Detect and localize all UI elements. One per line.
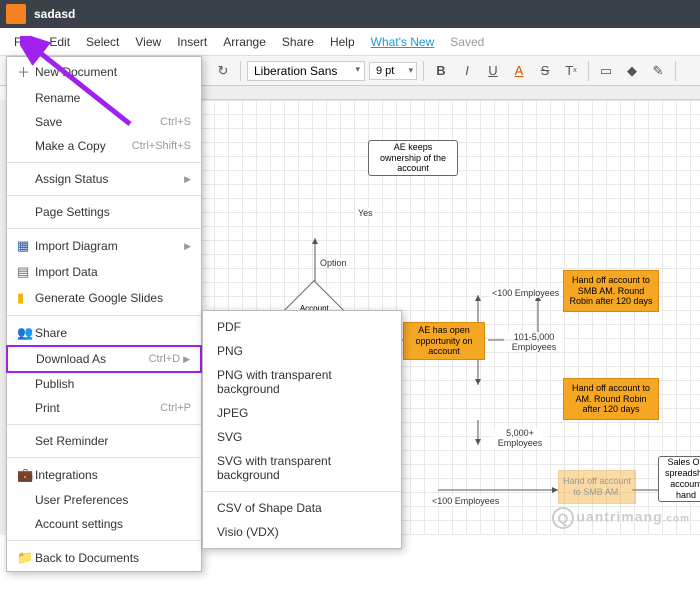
file-menu: ＋New Document Rename SaveCtrl+S Make a C… [6, 56, 202, 572]
menu-share-item[interactable]: 👥Share [7, 320, 201, 346]
submenu-csv[interactable]: CSV of Shape Data [203, 496, 401, 520]
menubar: File Edit Select View Insert Arrange Sha… [0, 28, 700, 56]
menu-generate-slides[interactable]: ▮Generate Google Slides [7, 285, 201, 311]
textcolor-button[interactable]: A [508, 60, 530, 82]
menu-publish[interactable]: Publish [7, 372, 201, 396]
shape-handoff-am[interactable]: Hand off account to AM. Round Robin afte… [563, 378, 659, 420]
folder-icon: 📁 [17, 550, 35, 566]
menu-view[interactable]: View [135, 35, 161, 49]
pencil-icon[interactable]: ✎ [647, 60, 669, 82]
submenu-png[interactable]: PNG [203, 339, 401, 363]
chevron-right-icon: ▶ [184, 174, 191, 185]
submenu-pdf[interactable]: PDF [203, 315, 401, 339]
strike-button[interactable]: S [534, 60, 556, 82]
menu-assign-status[interactable]: Assign Status▶ [7, 167, 201, 191]
menu-import-data[interactable]: ▤Import Data [7, 259, 201, 285]
visio-icon: ▦ [17, 238, 35, 254]
menu-arrange[interactable]: Arrange [223, 35, 266, 49]
doc-title: sadasd [34, 7, 75, 21]
submenu-svg-trans[interactable]: SVG with transparent background [203, 449, 401, 487]
edge-5000: 5,000+ Employees [492, 428, 548, 448]
slides-icon: ▮ [17, 290, 35, 306]
menu-account-settings[interactable]: Account settings [7, 512, 201, 536]
menu-back-to-docs[interactable]: 📁Back to Documents [7, 545, 201, 571]
submenu-svg[interactable]: SVG [203, 425, 401, 449]
shape-handoff-smb2[interactable]: Hand off account to SMB AM. [558, 470, 636, 504]
edge-yes: Yes [356, 208, 375, 218]
submenu-jpeg[interactable]: JPEG [203, 401, 401, 425]
menu-user-prefs[interactable]: User Preferences [7, 488, 201, 512]
menu-integrations[interactable]: 💼Integrations [7, 462, 201, 488]
italic-button[interactable]: I [456, 60, 478, 82]
menu-file[interactable]: File [14, 35, 33, 49]
download-as-submenu: PDF PNG PNG with transparent background … [202, 310, 402, 549]
submenu-png-trans[interactable]: PNG with transparent background [203, 363, 401, 401]
shape-sales-op[interactable]: Sales Op spreadshe account hand [658, 456, 700, 502]
bold-button[interactable]: B [430, 60, 452, 82]
shape-ae-keeps[interactable]: AE keeps ownership of the account [368, 140, 458, 176]
watermark-q-icon: Q [552, 507, 574, 529]
menu-select[interactable]: Select [86, 35, 119, 49]
briefcase-icon: 💼 [17, 467, 35, 483]
shape-handoff-smb[interactable]: Hand off account to SMB AM. Round Robin … [563, 270, 659, 312]
edge-101-5000: 101-5,000 Employees [504, 332, 564, 352]
menu-insert[interactable]: Insert [177, 35, 207, 49]
data-icon: ▤ [17, 264, 35, 280]
status-saved: Saved [450, 35, 484, 49]
menu-share[interactable]: Share [282, 35, 314, 49]
menu-set-reminder[interactable]: Set Reminder [7, 429, 201, 453]
textsize-button[interactable]: Tx [560, 60, 582, 82]
watermark: Quantrimang.com [552, 507, 690, 529]
menu-import-diagram[interactable]: ▦Import Diagram▶ [7, 233, 201, 259]
menu-whatsnew[interactable]: What's New [371, 35, 435, 49]
edge-lt100: <100 Employees [490, 288, 561, 298]
fill-icon[interactable]: ◆ [621, 60, 643, 82]
redo-icon[interactable]: ↻ [212, 60, 234, 82]
chevron-right-icon: ▶ [184, 241, 191, 252]
font-select[interactable]: Liberation Sans [247, 61, 365, 81]
size-select[interactable]: 9 pt [369, 62, 417, 80]
menu-new-document[interactable]: ＋New Document [7, 57, 201, 86]
menu-print[interactable]: PrintCtrl+P [7, 396, 201, 420]
menu-save[interactable]: SaveCtrl+S [7, 110, 201, 134]
menu-rename[interactable]: Rename [7, 86, 201, 110]
shape-ae-open[interactable]: AE has open opportunity on account [403, 322, 485, 360]
shape-rect-icon[interactable]: ▭ [595, 60, 617, 82]
submenu-vdx[interactable]: Visio (VDX) [203, 520, 401, 544]
menu-edit[interactable]: Edit [49, 35, 70, 49]
underline-button[interactable]: U [482, 60, 504, 82]
edge-option: Option [318, 258, 349, 268]
plus-icon: ＋ [17, 62, 35, 81]
menu-page-settings[interactable]: Page Settings [7, 200, 201, 224]
titlebar: sadasd [0, 0, 700, 28]
people-icon: 👥 [17, 325, 35, 341]
app-icon [6, 4, 26, 24]
menu-make-copy[interactable]: Make a CopyCtrl+Shift+S [7, 134, 201, 158]
menu-download-as[interactable]: Download AsCtrl+D▶ [6, 345, 202, 373]
menu-help[interactable]: Help [330, 35, 355, 49]
edge-lt100b: <100 Employees [430, 496, 501, 506]
chevron-right-icon: ▶ [183, 354, 190, 365]
